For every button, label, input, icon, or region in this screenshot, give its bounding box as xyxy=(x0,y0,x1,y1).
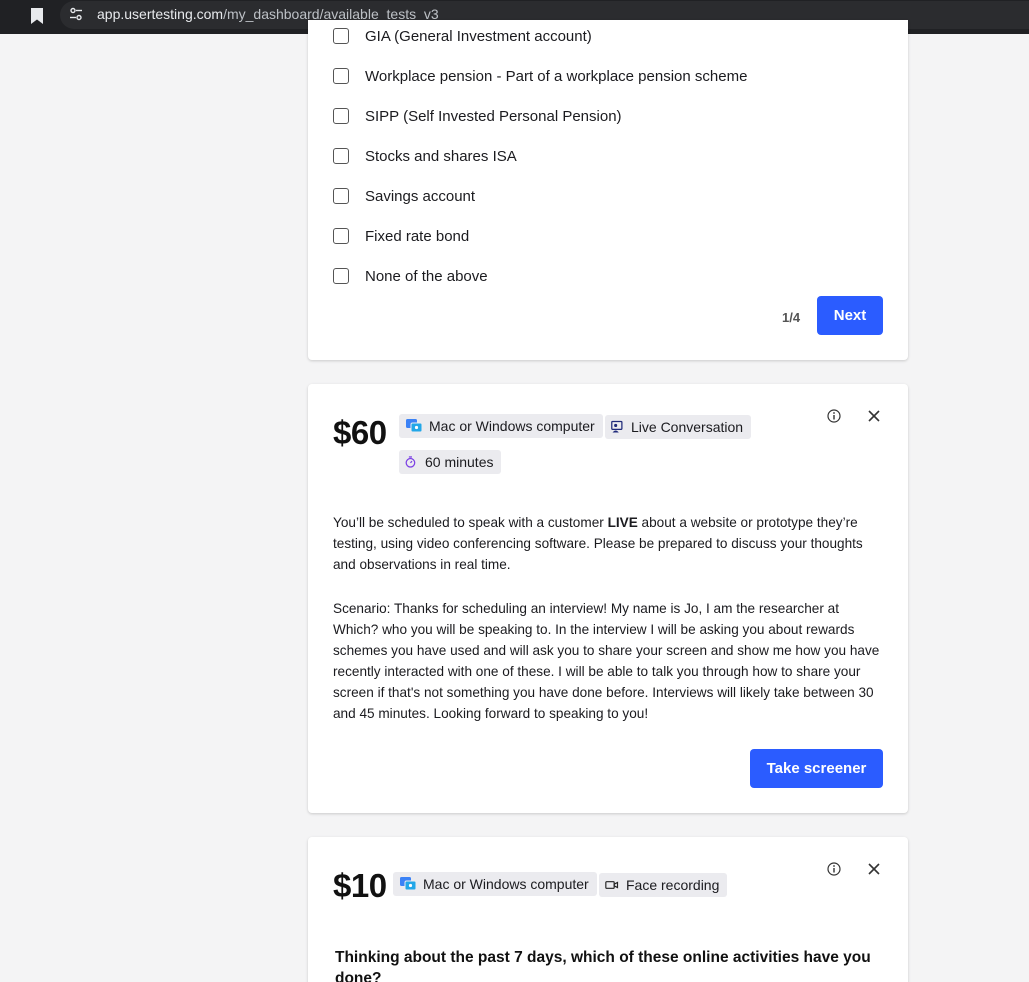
screener-question: Thinking about the past 7 days, which of… xyxy=(335,949,871,982)
info-icon[interactable] xyxy=(827,409,841,423)
option-label: Workplace pension - Part of a workplace … xyxy=(365,67,748,85)
option-label: Stocks and shares ISA xyxy=(365,147,517,165)
intro-emphasis: LIVE xyxy=(607,515,638,530)
take-screener-button[interactable]: Take screener xyxy=(750,749,883,788)
device-tag-label: Mac or Windows computer xyxy=(423,876,589,892)
test-card: $60 Mac or Windows computer Live Convers… xyxy=(308,384,908,813)
page-indicator: 1/4 xyxy=(782,310,801,325)
device-tag-label: Mac or Windows computer xyxy=(429,418,595,434)
option-savings-account[interactable]: Savings account xyxy=(333,186,475,206)
site-settings-icon[interactable] xyxy=(69,7,83,21)
face-recording-icon xyxy=(605,881,619,889)
test-type-tag-label: Live Conversation xyxy=(631,419,744,435)
duration-tag-label: 60 minutes xyxy=(425,454,494,470)
option-stocks-shares-isa[interactable]: Stocks and shares ISA xyxy=(333,146,517,166)
test-price: $60 xyxy=(333,414,387,451)
option-fixed-rate-bond[interactable]: Fixed rate bond xyxy=(333,226,469,246)
screener-card: GIA (General Investment account) Workpla… xyxy=(308,20,908,360)
stopwatch-icon xyxy=(405,456,416,468)
device-icon xyxy=(406,419,423,433)
live-conversation-icon xyxy=(611,420,623,433)
checkbox[interactable] xyxy=(333,68,349,84)
close-icon[interactable] xyxy=(867,409,881,423)
close-icon[interactable] xyxy=(867,862,881,876)
checkbox[interactable] xyxy=(333,268,349,284)
option-label: SIPP (Self Invested Personal Pension) xyxy=(365,107,622,125)
device-tag: Mac or Windows computer xyxy=(393,872,597,896)
checkbox[interactable] xyxy=(333,28,349,44)
checkbox[interactable] xyxy=(333,108,349,124)
test-intro: You’ll be scheduled to speak with a cust… xyxy=(333,512,883,575)
info-icon[interactable] xyxy=(827,862,841,876)
checkbox[interactable] xyxy=(333,228,349,244)
intro-text: You’ll be scheduled to speak with a cust… xyxy=(333,515,608,530)
test-scenario: Scenario: Thanks for scheduling an inter… xyxy=(333,601,880,721)
option-label: Savings account xyxy=(365,187,476,205)
test-type-tag: Live Conversation xyxy=(605,415,752,439)
next-button[interactable]: Next xyxy=(817,296,883,335)
option-sipp[interactable]: SIPP (Self Invested Personal Pension) xyxy=(333,106,622,126)
url-domain: app.usertesting.com xyxy=(97,6,224,22)
duration-tag: 60 minutes xyxy=(399,450,502,474)
option-label: Fixed rate bond xyxy=(365,227,470,245)
test-type-tag: Face recording xyxy=(599,873,728,897)
option-gia[interactable]: GIA (General Investment account) xyxy=(333,26,592,46)
device-icon xyxy=(400,877,417,891)
test-type-tag-label: Face recording xyxy=(626,877,720,893)
device-tag: Mac or Windows computer xyxy=(399,414,603,438)
test-card: $10 Mac or Windows computer Face recordi… xyxy=(308,837,908,982)
option-workplace-pension[interactable]: Workplace pension - Part of a workplace … xyxy=(333,66,747,86)
test-price: $10 xyxy=(333,867,387,904)
bookmark-icon[interactable] xyxy=(30,7,44,25)
checkbox[interactable] xyxy=(333,188,349,204)
option-none[interactable]: None of the above xyxy=(333,266,488,286)
option-label: None of the above xyxy=(365,267,488,285)
option-label: GIA (General Investment account) xyxy=(365,27,592,45)
checkbox[interactable] xyxy=(333,148,349,164)
